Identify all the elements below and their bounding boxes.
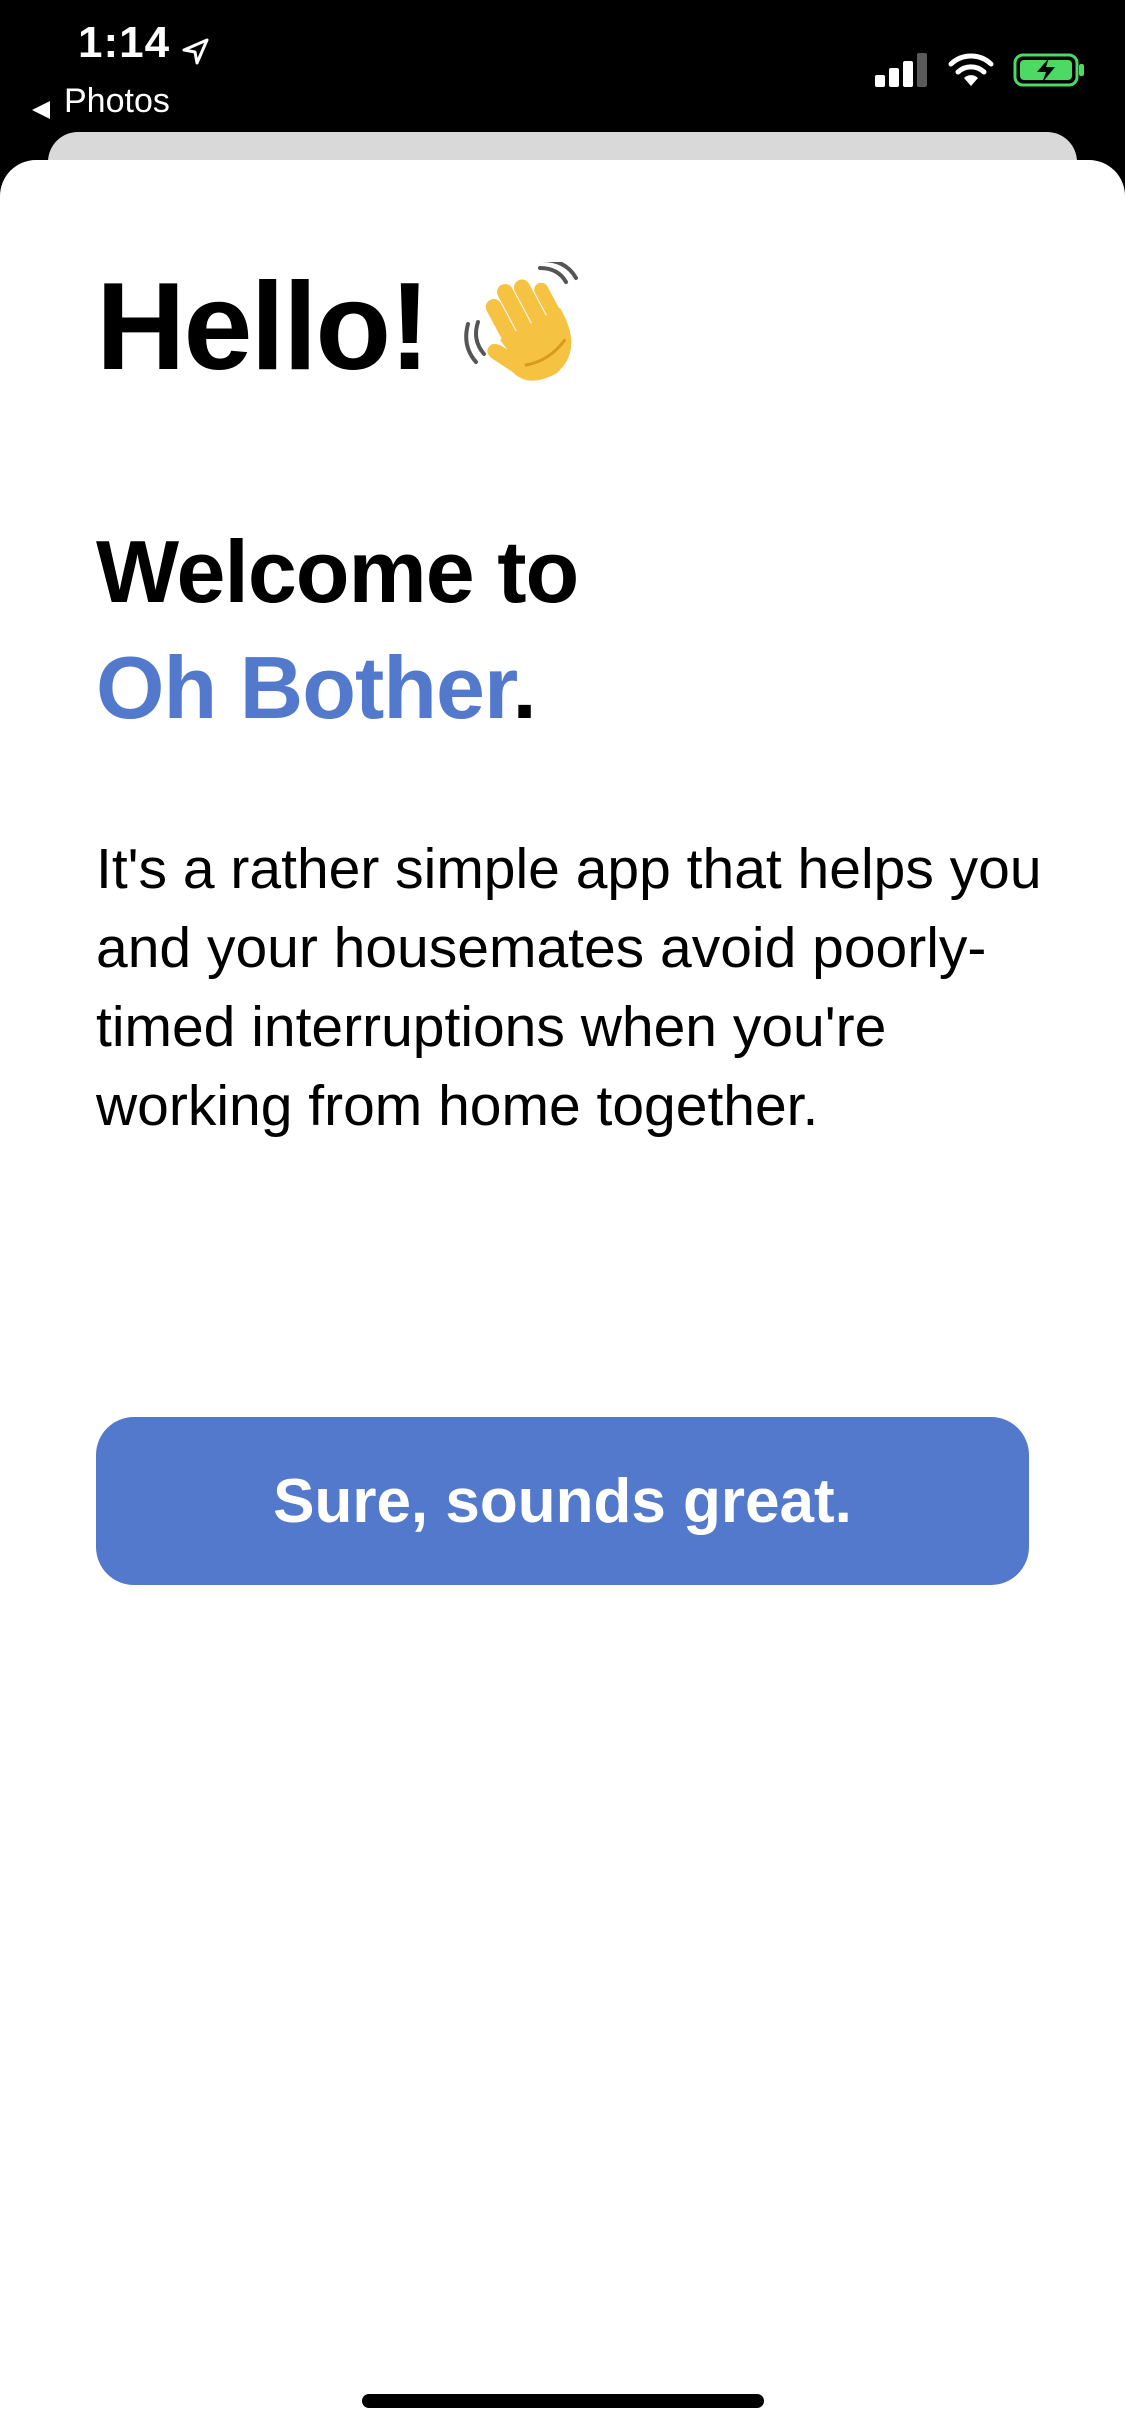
cellular-signal-icon [875, 53, 929, 92]
app-description: It's a rather simple app that helps you … [96, 837, 1042, 1138]
location-arrow-icon [180, 28, 210, 65]
home-indicator[interactable] [362, 2394, 764, 2408]
welcome-sheet [0, 160, 1125, 2436]
welcome-line: Welcome to [96, 522, 579, 621]
back-triangle-icon [30, 91, 52, 119]
app-name: Oh Bother [96, 638, 513, 737]
back-to-photos-link[interactable]: Photos [30, 82, 170, 121]
app-name-line: Oh Bother. [96, 630, 578, 746]
waving-hand-icon [462, 258, 592, 392]
confirm-button[interactable]: Sure, sounds great. [96, 1417, 1029, 1585]
app-screen: 1:14 Photos Hello! Welcome to Oh Bother.… [0, 0, 1125, 2436]
app-name-period: . [512, 638, 536, 737]
status-time: 1:14 [78, 18, 210, 68]
back-link-label: Photos [64, 82, 170, 120]
greeting-text: Hello! [96, 258, 430, 396]
greeting-heading: Hello! [96, 258, 592, 396]
welcome-heading: Welcome to Oh Bother. [96, 514, 579, 746]
time-label: 1:14 [78, 18, 171, 67]
battery-charging-icon [1013, 52, 1085, 93]
status-bar: 1:14 Photos [0, 0, 1125, 140]
wifi-icon [947, 52, 995, 93]
status-indicators [875, 52, 1085, 93]
